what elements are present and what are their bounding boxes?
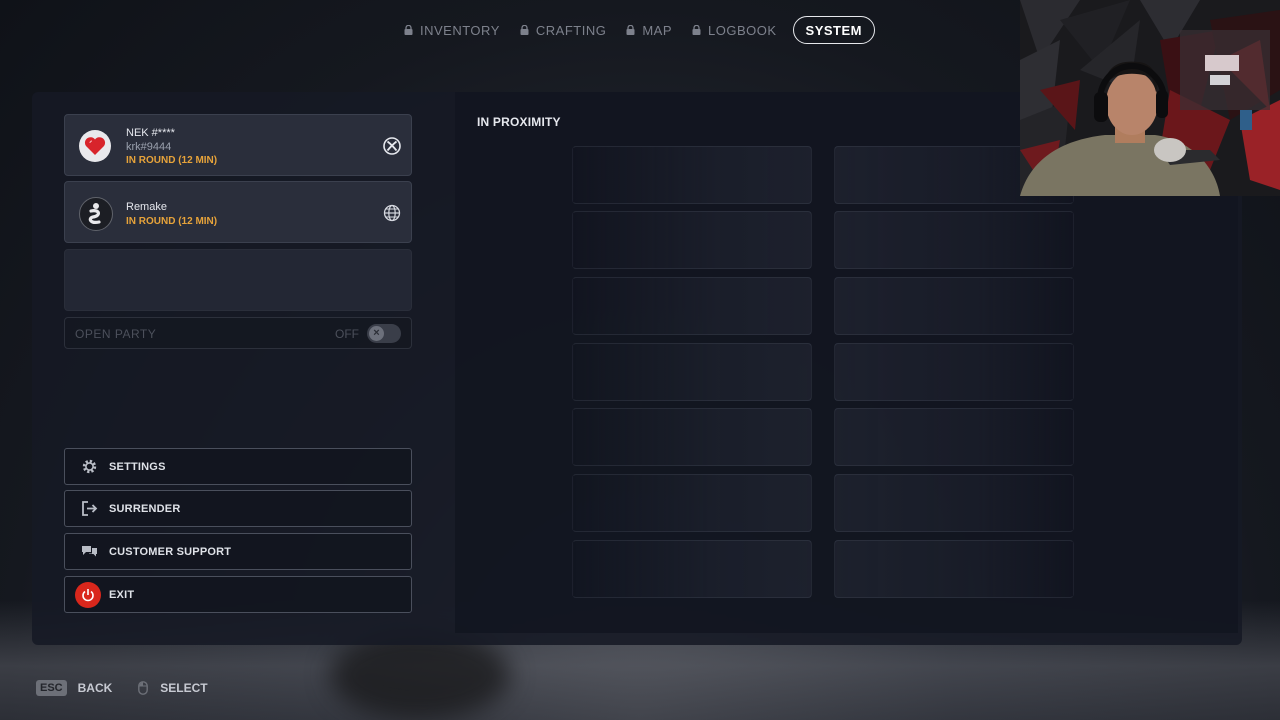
surrender-button[interactable]: SURRENDER xyxy=(64,490,412,527)
tab-crafting[interactable]: CRAFTING xyxy=(510,17,616,43)
party-member-card[interactable]: NEK #**** krk#9444 IN ROUND (12 MIN) xyxy=(64,114,412,176)
power-icon xyxy=(75,581,101,608)
surrender-label: SURRENDER xyxy=(109,502,181,515)
heart-icon xyxy=(84,137,106,155)
controls-hint-bar: ESC BACK SELECT xyxy=(36,680,208,696)
tab-label: MAP xyxy=(642,22,672,38)
proximity-title: IN PROXIMITY xyxy=(477,115,561,129)
party-member-card[interactable]: Remake IN ROUND (12 MIN) xyxy=(64,181,412,243)
select-hint[interactable]: SELECT xyxy=(160,681,207,695)
open-party-label: OPEN PARTY xyxy=(75,327,157,341)
proximity-slot[interactable] xyxy=(572,408,812,466)
exit-button[interactable]: EXIT xyxy=(64,576,412,613)
proximity-slot[interactable] xyxy=(834,343,1074,401)
empty-party-slot[interactable] xyxy=(64,249,412,311)
tab-system[interactable]: SYSTEM xyxy=(792,16,875,44)
member-name: NEK #**** xyxy=(126,127,175,139)
lock-icon xyxy=(404,25,413,35)
proximity-slot[interactable] xyxy=(572,277,812,335)
lock-icon xyxy=(626,25,635,35)
open-party-toggle[interactable]: × xyxy=(367,324,401,343)
webcam-image xyxy=(1020,0,1280,196)
open-party-row[interactable]: OPEN PARTY OFF × xyxy=(64,317,412,349)
gear-icon xyxy=(80,458,98,476)
proximity-slot[interactable] xyxy=(834,540,1074,598)
proximity-slot[interactable] xyxy=(572,146,812,204)
proximity-slot[interactable] xyxy=(834,211,1074,269)
proximity-slot[interactable] xyxy=(572,343,812,401)
proximity-slot[interactable] xyxy=(572,211,812,269)
tab-label: LOGBOOK xyxy=(708,22,777,38)
customer-support-button[interactable]: CUSTOMER SUPPORT xyxy=(64,533,412,570)
back-hint[interactable]: BACK xyxy=(78,681,113,695)
chat-icon xyxy=(80,543,98,561)
customer-support-label: CUSTOMER SUPPORT xyxy=(109,545,232,558)
proximity-slot[interactable] xyxy=(572,474,812,532)
exit-label: EXIT xyxy=(109,588,135,601)
open-party-state: OFF xyxy=(335,327,359,341)
member-name: Remake xyxy=(126,201,167,213)
member-status: IN ROUND (12 MIN) xyxy=(126,155,218,166)
avatar xyxy=(79,130,111,162)
proximity-slot[interactable] xyxy=(572,540,812,598)
esc-key: ESC xyxy=(36,680,67,696)
close-icon: × xyxy=(369,326,384,341)
proximity-slot[interactable] xyxy=(834,277,1074,335)
tab-label: INVENTORY xyxy=(420,22,500,38)
tab-inventory[interactable]: INVENTORY xyxy=(394,17,510,43)
tab-label: CRAFTING xyxy=(535,22,607,38)
member-status: IN ROUND (12 MIN) xyxy=(126,215,218,227)
member-tag: krk#9444 xyxy=(126,140,172,153)
lock-icon xyxy=(520,25,529,35)
avatar xyxy=(79,197,113,231)
top-tab-bar: INVENTORY CRAFTING MAP LOGBOOK SYSTEM xyxy=(394,16,875,44)
tab-logbook[interactable]: LOGBOOK xyxy=(682,17,787,43)
proximity-slot[interactable] xyxy=(834,408,1074,466)
exit-door-icon xyxy=(80,500,98,518)
tab-map[interactable]: MAP xyxy=(616,17,682,43)
settings-button[interactable]: SETTINGS xyxy=(64,448,412,485)
tab-label: SYSTEM xyxy=(805,22,862,38)
settings-label: SETTINGS xyxy=(109,460,166,473)
globe-icon xyxy=(383,204,401,222)
proximity-slot[interactable] xyxy=(834,474,1074,532)
mouse-icon xyxy=(138,681,149,695)
lock-icon xyxy=(692,25,701,35)
webcam-overlay xyxy=(1020,0,1280,196)
snake-icon xyxy=(88,203,101,224)
xbox-icon xyxy=(383,137,401,155)
